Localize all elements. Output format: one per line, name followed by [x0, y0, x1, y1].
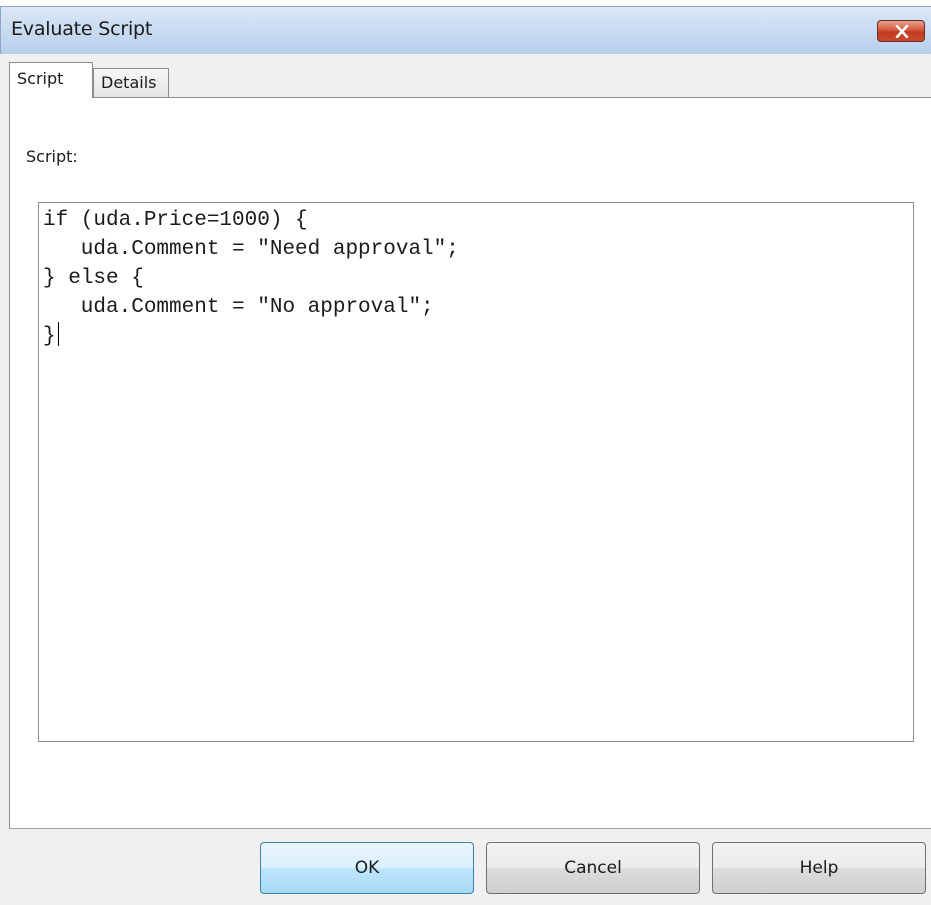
ok-button[interactable]: OK — [260, 842, 474, 894]
window-title: Evaluate Script — [11, 18, 153, 40]
evaluate-script-dialog: Evaluate Script Script Details Script: i… — [0, 0, 931, 905]
code-line-text: } — [43, 325, 56, 348]
script-tab-panel: Script: if (uda.Price=1000) { uda.Commen… — [9, 97, 931, 829]
script-label: Script: — [26, 147, 78, 166]
code-line-last: } — [43, 322, 913, 351]
text-caret — [57, 322, 59, 346]
cancel-button[interactable]: Cancel — [486, 842, 700, 894]
tab-script-label: Script — [17, 69, 64, 88]
help-button[interactable]: Help — [712, 842, 926, 894]
tab-details[interactable]: Details — [93, 68, 169, 98]
code-line: } else { — [43, 267, 144, 290]
title-bar[interactable]: Evaluate Script — [0, 6, 931, 54]
tab-details-label: Details — [101, 73, 157, 92]
code-line: uda.Comment = "Need approval"; — [43, 238, 459, 261]
script-editor[interactable]: if (uda.Price=1000) { uda.Comment = "Nee… — [38, 202, 914, 742]
code-line: uda.Comment = "No approval"; — [43, 296, 434, 319]
close-button[interactable] — [877, 20, 925, 42]
tab-script[interactable]: Script — [9, 62, 93, 98]
footer-separator — [9, 828, 931, 829]
close-icon — [895, 25, 909, 38]
code-line: if (uda.Price=1000) { — [43, 209, 308, 232]
